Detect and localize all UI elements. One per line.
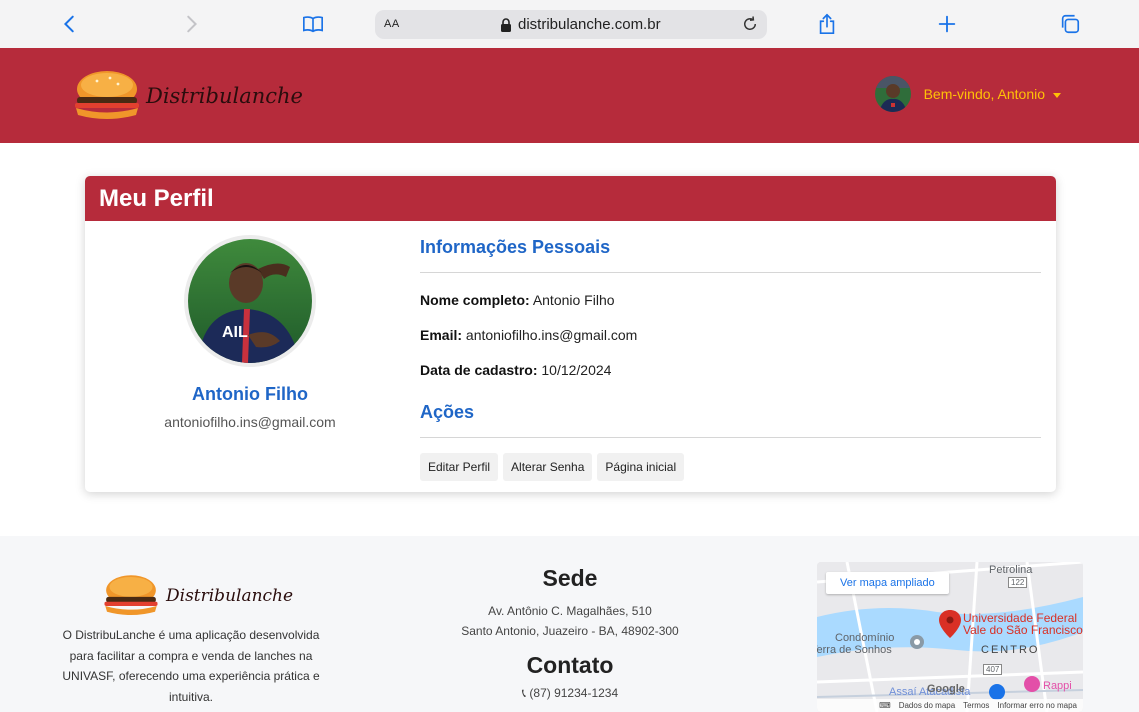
bookmarks-icon[interactable] bbox=[299, 10, 327, 38]
user-menu-toggle[interactable]: Bem-vindo, Antonio bbox=[874, 76, 1061, 112]
map-data-link[interactable]: Dados do mapa bbox=[899, 701, 955, 710]
profile-name: Antonio Filho bbox=[192, 384, 308, 404]
burger-logo-icon bbox=[75, 71, 139, 119]
site-navbar: Distribulanche Bem-vindo, Antonio bbox=[0, 48, 1139, 143]
footer-brand-name: Distribulanche bbox=[166, 586, 294, 606]
phone-icon: 📞︎ bbox=[521, 686, 527, 700]
new-tab-icon[interactable] bbox=[933, 10, 961, 38]
google-logo: Google bbox=[927, 683, 965, 695]
personal-info-title: Informações Pessoais bbox=[420, 237, 611, 257]
actions-title: Ações bbox=[420, 402, 475, 422]
expand-map-link[interactable]: Ver mapa ampliado bbox=[826, 572, 949, 594]
edit-profile-button[interactable]: Editar Perfil bbox=[420, 453, 499, 481]
reader-button[interactable]: AA bbox=[384, 18, 400, 30]
profile-avatar: AIL bbox=[184, 235, 316, 367]
address-line-1: Av. Antônio C. Magalhães, 510 bbox=[488, 604, 652, 618]
map-label-rappi: Rappi bbox=[1043, 680, 1072, 692]
caret-down-icon bbox=[1053, 92, 1061, 98]
sede-title: Sede bbox=[542, 565, 598, 591]
tabs-icon[interactable] bbox=[1056, 10, 1084, 38]
footer-description: O DistribuLanche é uma aplicação desenvo… bbox=[62, 628, 320, 704]
brand-name: Distribulanche bbox=[146, 84, 303, 108]
map-embed[interactable]: Ver mapa ampliado Petrolina 122 Universi… bbox=[817, 562, 1083, 712]
date-label: Data de cadastro: bbox=[420, 362, 538, 378]
home-button[interactable]: Página inicial bbox=[597, 453, 685, 481]
address-line-2: Santo Antonio, Juazeiro - BA, 48902-300 bbox=[461, 624, 679, 638]
footer-contact-column: Sede Av. Antônio C. Magalhães, 510 Santo… bbox=[430, 565, 710, 701]
date-row: Data de cadastro: 10/12/2024 bbox=[420, 362, 1041, 378]
address-bar[interactable]: AA distribulanche.com.br bbox=[375, 10, 767, 39]
profile-details: Informações Pessoais Nome completo: Anto… bbox=[420, 221, 1041, 481]
email-row: Email: antoniofilho.ins@gmail.com bbox=[420, 327, 1041, 343]
brand-link[interactable]: Distribulanche bbox=[72, 67, 303, 125]
profile-card: Meu Perfil AIL Antonio Filho antoniofilh… bbox=[85, 176, 1056, 492]
map-terms-link[interactable]: Termos bbox=[963, 701, 989, 710]
map-label-condominio: Condomínio bbox=[835, 632, 895, 644]
profile-email: antoniofilho.ins@gmail.com bbox=[164, 414, 336, 430]
phone-number: (87) 91234-1234 bbox=[529, 686, 619, 700]
lock-icon bbox=[501, 17, 511, 32]
browser-toolbar: AA distribulanche.com.br bbox=[0, 0, 1139, 48]
reload-icon[interactable] bbox=[741, 15, 759, 33]
site-footer: Distribulanche O DistribuLanche é uma ap… bbox=[0, 536, 1139, 712]
date-value: 10/12/2024 bbox=[541, 362, 612, 378]
page-title: Meu Perfil bbox=[99, 185, 214, 212]
avatar bbox=[874, 76, 911, 112]
back-icon[interactable] bbox=[56, 10, 84, 38]
divider bbox=[420, 437, 1041, 438]
fullname-value: Antonio Filho bbox=[532, 292, 615, 308]
card-header: Meu Perfil bbox=[85, 176, 1056, 221]
divider bbox=[420, 272, 1041, 273]
forward-icon[interactable] bbox=[177, 10, 205, 38]
keyboard-icon[interactable]: ⌨ bbox=[879, 701, 891, 710]
map-label-petrolina: Petrolina bbox=[989, 564, 1033, 576]
map-label-terra: Terra de Sonhos bbox=[817, 644, 892, 656]
actions-group: Editar Perfil Alterar Senha Página inici… bbox=[420, 453, 1041, 481]
fullname-row: Nome completo: Antonio Filho bbox=[420, 292, 1041, 308]
map-report-link[interactable]: Informar erro no mapa bbox=[997, 701, 1077, 710]
profile-summary: AIL Antonio Filho antoniofilho.ins@gmail… bbox=[85, 221, 415, 430]
road-shield: 122 bbox=[1008, 577, 1028, 588]
email-label: Email: bbox=[420, 327, 463, 343]
burger-logo-icon bbox=[104, 575, 158, 616]
road-shield: 407 bbox=[983, 664, 1003, 675]
map-footer: ⌨ Dados do mapa Termos Informar erro no … bbox=[817, 699, 1083, 712]
email-value: antoniofilho.ins@gmail.com bbox=[465, 327, 638, 343]
welcome-label: Bem-vindo, Antonio bbox=[923, 86, 1045, 102]
url-label: distribulanche.com.br bbox=[518, 16, 661, 33]
svg-text:AIL: AIL bbox=[222, 324, 248, 341]
map-label-centro: CENTRO bbox=[981, 644, 1040, 656]
url-text: distribulanche.com.br bbox=[500, 16, 661, 33]
fullname-label: Nome completo: bbox=[420, 292, 530, 308]
phone-row: 📞︎ (87) 91234-1234 bbox=[430, 686, 710, 701]
change-password-button[interactable]: Alterar Senha bbox=[503, 453, 593, 481]
welcome-text[interactable]: Bem-vindo, Antonio bbox=[924, 86, 1061, 102]
map-label-univ-2: Vale do São Francisco bbox=[963, 623, 1083, 637]
footer-brand[interactable]: Distribulanche bbox=[102, 571, 293, 621]
contato-title: Contato bbox=[526, 652, 614, 678]
share-icon[interactable] bbox=[813, 10, 841, 38]
